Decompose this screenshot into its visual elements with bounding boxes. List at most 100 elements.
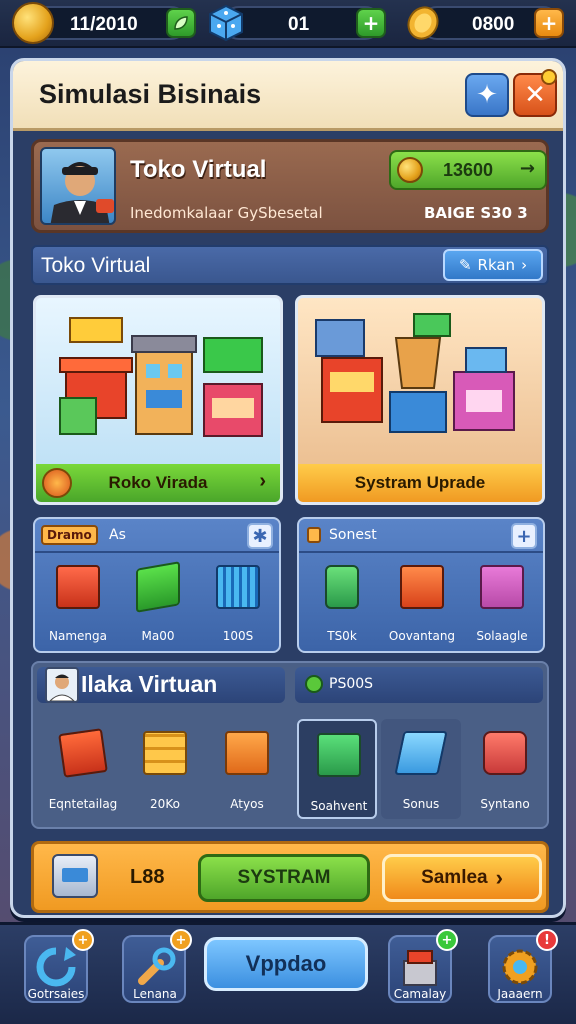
add-gems-button[interactable]: +: [356, 8, 386, 38]
add-gold-button[interactable]: +: [534, 8, 564, 38]
basketball-icon: [42, 468, 72, 498]
gift-box-icon: [480, 565, 524, 609]
coin-icon: [397, 157, 423, 183]
orange-box-icon: [400, 565, 444, 609]
market-item-label: Sonus: [402, 797, 440, 811]
profile-name: Toko Virtual: [130, 156, 267, 183]
red-box-icon: [56, 565, 100, 609]
market-item-label: Eqntetailag: [48, 797, 118, 811]
market-badge-bar: PS00S: [295, 667, 543, 703]
item-slot[interactable]: Solaagle: [463, 559, 541, 651]
market-item-label: Atyos: [230, 797, 264, 811]
panel-header: Simulasi Bisinais ✦ ✕: [13, 61, 563, 131]
plus-icon: ✦: [476, 80, 498, 110]
action-value: L88: [130, 866, 165, 888]
section-title: Toko Virtual: [41, 254, 151, 277]
market-item[interactable]: Atyos: [207, 719, 287, 819]
items-panel-left: Dramo As ✱ Namenga Ma00 100S: [33, 517, 281, 653]
notification-badge: +: [170, 929, 192, 951]
system-button[interactable]: SYSTRAM: [198, 854, 370, 902]
items-panel-right-add-button[interactable]: +: [511, 523, 537, 549]
notification-dot: [541, 69, 557, 85]
item-slot[interactable]: 100S: [199, 559, 277, 651]
blue-device-icon: [394, 731, 448, 775]
chevron-right-icon: ›: [495, 865, 503, 890]
profile-card: Toko Virtual Inedomkalaar GySbesetal 136…: [31, 139, 549, 233]
shopkeeper-avatar-icon: [45, 667, 79, 703]
business-simulation-panel: Simulasi Bisinais ✦ ✕ Toko Virtual Inedo…: [10, 58, 566, 918]
market-panel: Ilaka Virtuan PS00S Eqntetailag 20Ko Aty…: [31, 661, 549, 829]
items-panel-left-header: Dramo As ✱: [35, 519, 279, 553]
chevron-right-icon: ›: [521, 256, 528, 274]
gold-bars-icon: [143, 731, 187, 775]
market-item[interactable]: Eqntetailag: [43, 719, 123, 819]
market-item[interactable]: 20Ko: [125, 719, 205, 819]
nav-label: Lenana: [133, 987, 177, 1001]
red-package-icon: [58, 728, 108, 778]
red-container-icon: [483, 731, 527, 775]
market-item[interactable]: Sonus: [381, 719, 461, 819]
blue-crate-icon: [216, 565, 260, 609]
gem-icon: [305, 675, 323, 693]
gems-value: 01: [288, 14, 310, 35]
market-badge: PS00S: [329, 676, 374, 692]
coin-icon: [12, 2, 54, 44]
market-header: Ilaka Virtuan: [37, 667, 285, 703]
center-button-label: Vppdao: [245, 951, 327, 976]
simulate-button-label: Samlea: [421, 867, 488, 888]
chevron-right-icon: ›: [259, 470, 266, 492]
items-panel-right: Sonest + TS0k Oovantang Solaagle: [297, 517, 545, 653]
section-action-button[interactable]: ✎ Rkan ›: [443, 249, 543, 281]
system-upgrade-card[interactable]: Systram Uprade: [295, 295, 545, 505]
leaf-icon: [174, 16, 188, 30]
items-panel-left-add-button[interactable]: ✱: [247, 523, 273, 549]
pencil-icon: ✎: [458, 256, 472, 274]
profile-coins-button[interactable]: 13600 →: [389, 150, 547, 190]
phone-icon: [325, 565, 359, 609]
bottom-navigation: + Gotrsaies + Lenana Vppdao + Camalay ! …: [0, 922, 576, 1024]
market-item-selected[interactable]: Soahvent: [297, 719, 377, 819]
produce-crate-icon: [225, 731, 269, 775]
system-upgrade-card-label: Systram Uprade: [354, 473, 486, 492]
add-button[interactable]: ✦: [465, 73, 509, 117]
item-slot[interactable]: Namenga: [39, 559, 117, 651]
profile-subtitle: Inedomkalaar GySbesetal: [130, 204, 323, 222]
store-buildings-illustration: [36, 298, 280, 464]
avatar: [40, 147, 116, 225]
item-label: Namenga: [49, 629, 107, 643]
panel-title: Simulasi Bisinais: [39, 79, 262, 109]
coins-value: 11/2010: [70, 14, 138, 35]
item-label: Ma00: [141, 629, 175, 643]
item-label: Solaagle: [476, 629, 528, 643]
market-item[interactable]: Syntano: [465, 719, 545, 819]
green-crate-icon: [317, 733, 361, 777]
nav-label: Camalay: [393, 987, 447, 1001]
item-label: 100S: [222, 629, 254, 643]
section-header: Toko Virtual ✎ Rkan ›: [31, 245, 549, 285]
virtual-store-card-footer: Roko Virada ›: [36, 464, 280, 502]
gold-coins-icon: [404, 4, 442, 42]
arrow-right-icon: →: [519, 158, 535, 179]
items-panel-right-header: Sonest +: [299, 519, 543, 553]
section-button-label: Rkan: [477, 256, 516, 274]
simulate-button[interactable]: Samlea ›: [382, 854, 542, 902]
add-coins-button[interactable]: [166, 8, 196, 38]
virtual-store-card[interactable]: Roko Virada ›: [33, 295, 283, 505]
market-stalls-illustration: [298, 298, 542, 464]
close-icon: ✕: [524, 80, 546, 110]
nav-label: Jaaaern: [497, 987, 543, 1001]
green-sign-icon: [136, 561, 180, 613]
tag-icon: [307, 527, 321, 543]
alert-badge: !: [536, 929, 558, 951]
cash-register-icon: [52, 854, 98, 898]
top-resource-bar: 11/2010 01 + 0800 +: [0, 0, 576, 48]
item-slot[interactable]: Ma00: [119, 559, 197, 651]
notification-badge: +: [72, 929, 94, 951]
item-slot[interactable]: Oovantang: [383, 559, 461, 651]
plus-icon: +: [516, 525, 532, 547]
virtual-store-card-label: Roko Virada: [108, 473, 208, 492]
system-button-label: SYSTRAM: [237, 867, 331, 888]
item-slot[interactable]: TS0k: [303, 559, 381, 651]
upgrade-center-button[interactable]: Vppdao: [204, 937, 368, 991]
gold-value: 0800: [472, 14, 515, 35]
